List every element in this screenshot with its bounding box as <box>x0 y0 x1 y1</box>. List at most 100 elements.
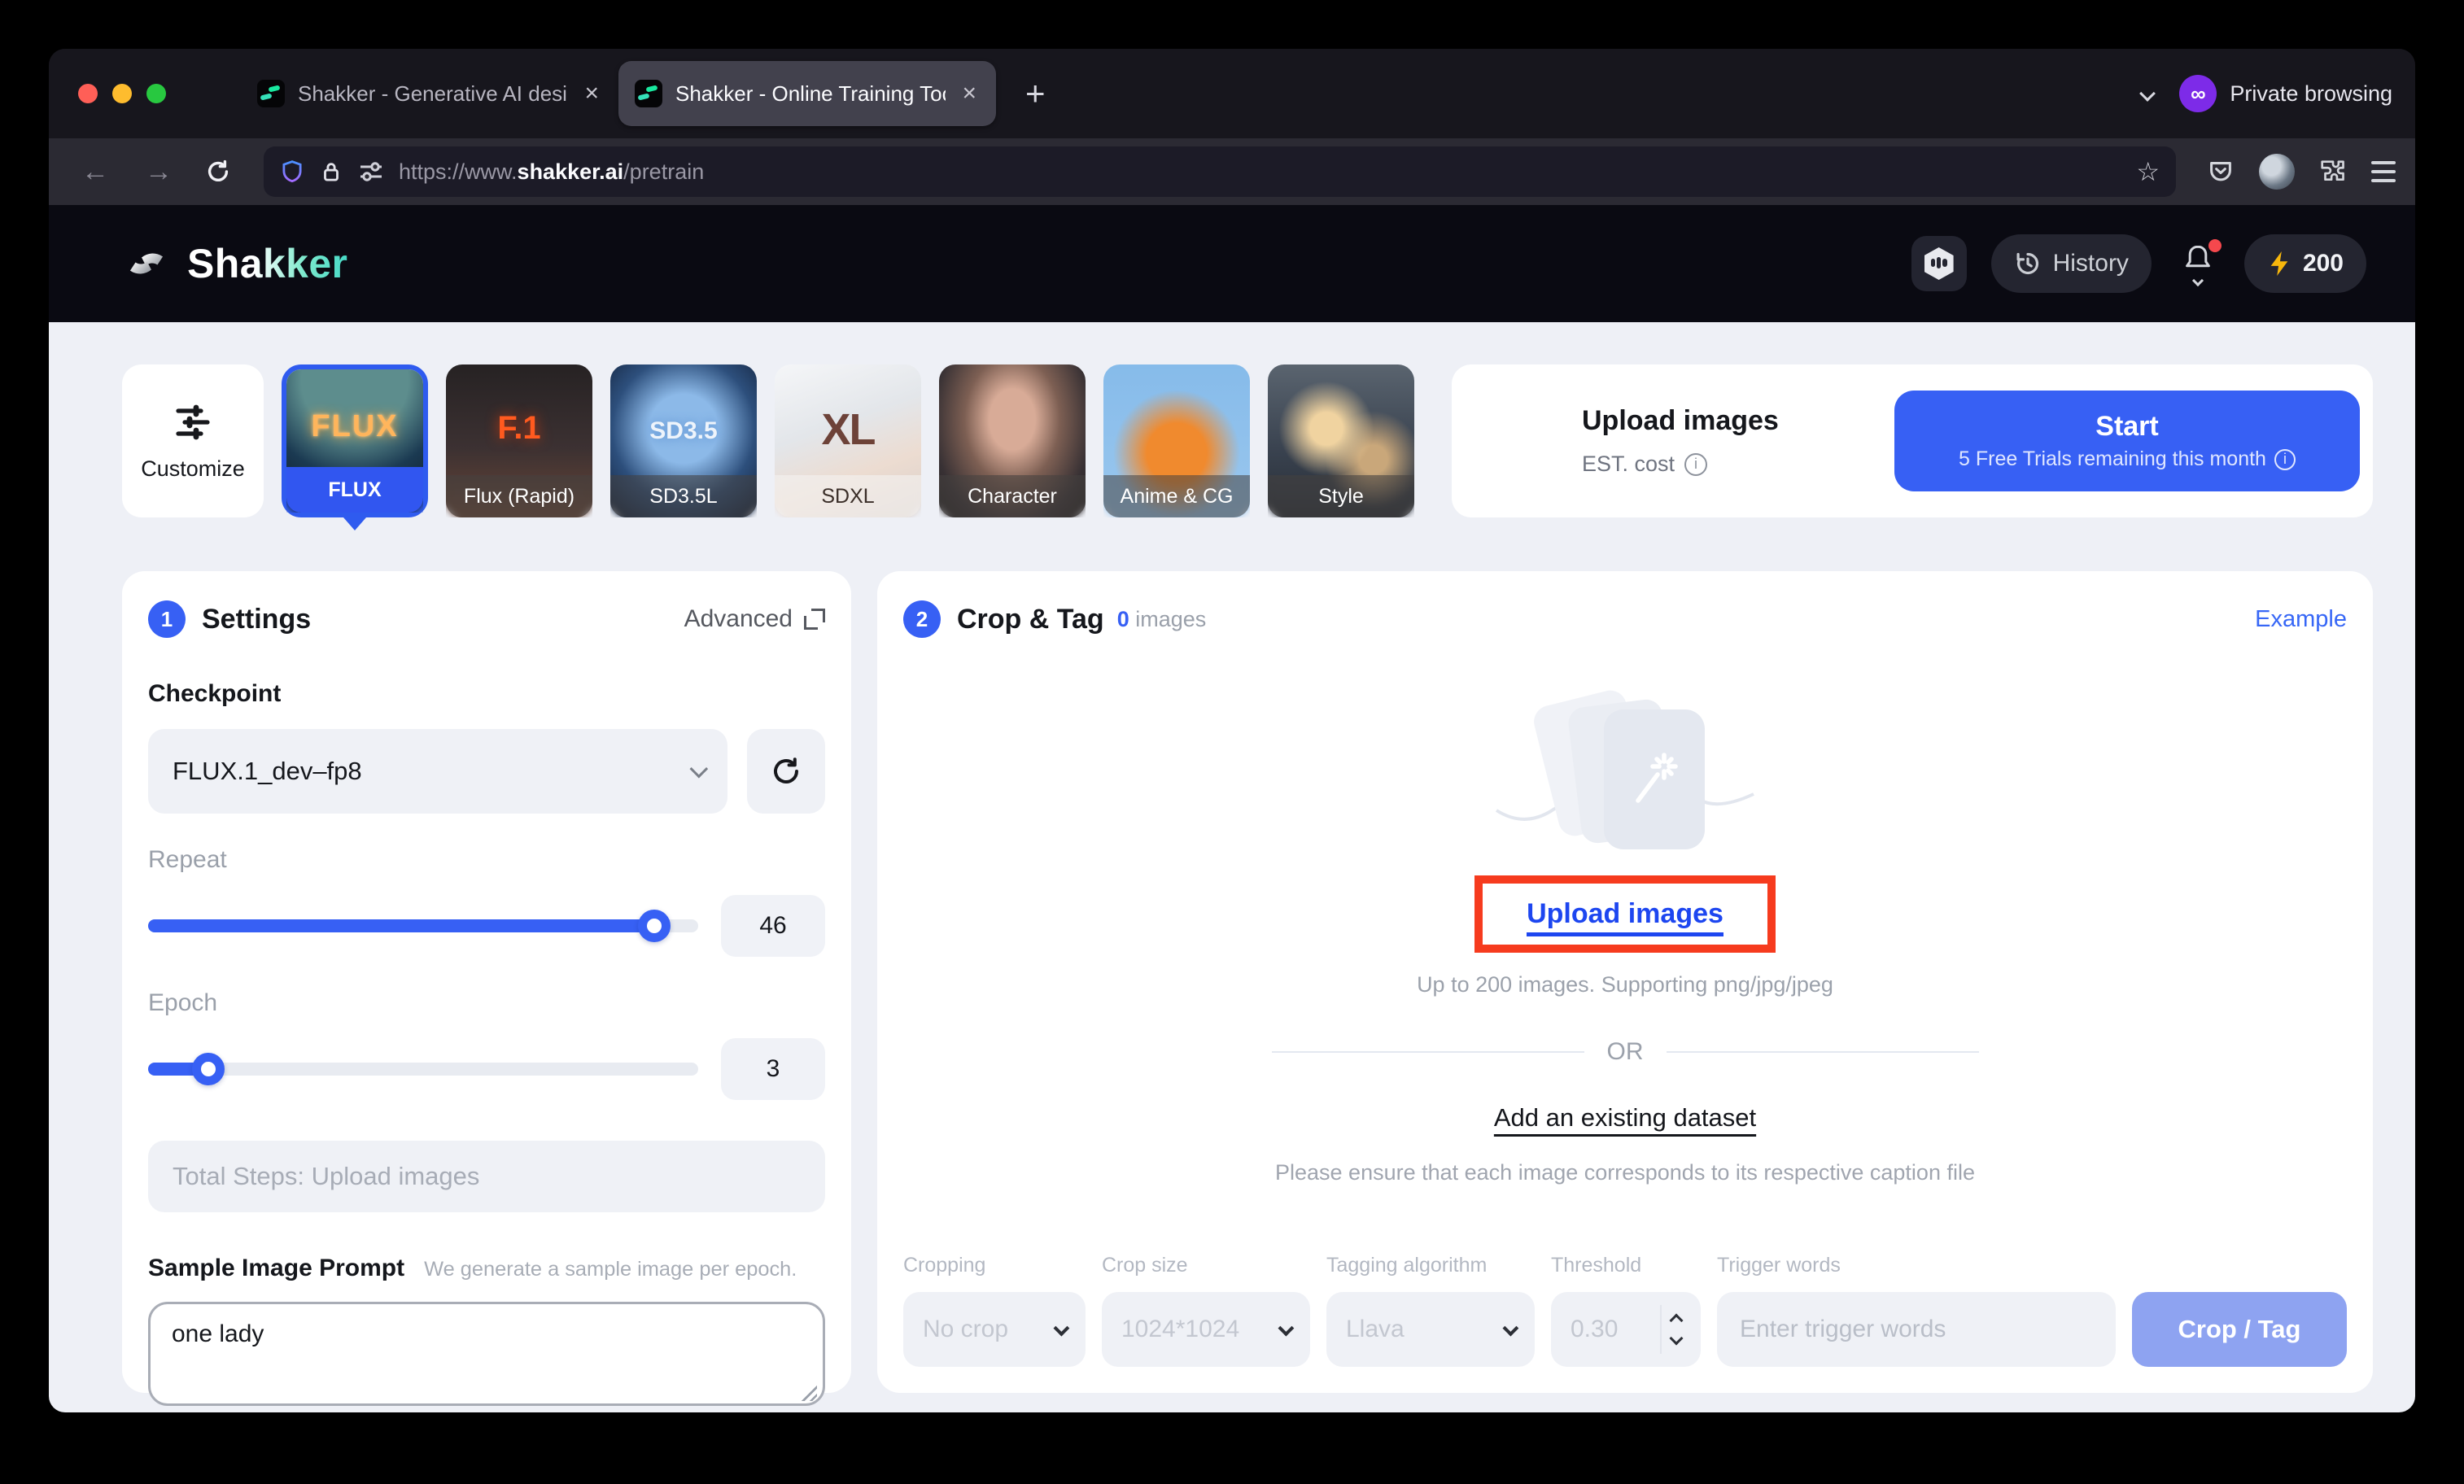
sample-prompt-label: Sample Image Prompt <box>148 1255 404 1282</box>
settings-panel: 1 Settings Advanced Checkpoint FLUX.1_de… <box>122 571 851 1393</box>
profile-avatar[interactable] <box>2259 154 2295 190</box>
tab-online-training-tool[interactable]: Shakker - Online Training Tool × <box>618 61 996 126</box>
model-card-customize[interactable]: Customize <box>122 364 264 517</box>
crop-tag-button[interactable]: Crop / Tag <box>2132 1292 2347 1367</box>
browser-window: Shakker - Generative AI design t × Shakk… <box>49 49 2415 1412</box>
tagging-algorithm-label: Tagging algorithm <box>1326 1254 1535 1277</box>
cropping-select[interactable]: No crop <box>903 1292 1086 1367</box>
bookmark-star-icon[interactable]: ☆ <box>2136 156 2160 187</box>
refresh-icon <box>770 755 802 788</box>
trigger-words-input[interactable] <box>1717 1292 2116 1367</box>
model-card-style[interactable]: Style <box>1268 364 1414 517</box>
sample-prompt-textarea[interactable]: one lady <box>148 1302 825 1406</box>
lock-icon[interactable] <box>319 159 343 185</box>
start-button[interactable]: Start 5 Free Trials remaining this month… <box>1894 391 2360 491</box>
url-bar[interactable]: https://www.shakker.ai/pretrain ☆ <box>264 146 2176 197</box>
info-icon[interactable]: i <box>1684 453 1707 476</box>
language-hexagon-button[interactable] <box>1911 236 1967 291</box>
menu-hamburger-icon[interactable] <box>2371 161 2396 182</box>
refresh-checkpoints-button[interactable] <box>747 729 825 814</box>
model-card-flux[interactable]: FLUX FLUX <box>282 364 428 517</box>
repeat-slider[interactable] <box>148 919 698 932</box>
pocket-icon[interactable] <box>2205 156 2236 187</box>
model-label: SD3.5L <box>610 475 757 517</box>
private-browsing-indicator: ∞ Private browsing <box>2179 75 2392 112</box>
model-label: SDXL <box>775 475 921 517</box>
model-label: Customize <box>141 456 245 482</box>
or-divider: OR <box>1272 1038 1979 1066</box>
tab-close-icon[interactable]: × <box>959 81 980 106</box>
upload-dropzone[interactable]: Upload images Up to 200 images. Supporti… <box>903 693 2347 1185</box>
crop-tag-controls: Cropping No crop Crop size 1024*1024 <box>903 1254 2347 1367</box>
crop-size-select[interactable]: 1024*1024 <box>1102 1292 1310 1367</box>
advanced-link[interactable]: Advanced <box>684 605 825 633</box>
private-mask-icon: ∞ <box>2179 75 2217 112</box>
permissions-icon[interactable] <box>358 160 384 183</box>
tab-close-icon[interactable]: × <box>581 81 602 106</box>
stepper-down-icon[interactable] <box>1670 1332 1684 1346</box>
upload-support-note: Up to 200 images. Supporting png/jpg/jpe… <box>1417 972 1833 997</box>
tab-bar: Shakker - Generative AI design t × Shakk… <box>49 49 2415 138</box>
notifications-button[interactable] <box>2176 242 2220 285</box>
epoch-slider-thumb[interactable] <box>192 1053 225 1085</box>
trigger-words-label: Trigger words <box>1717 1254 2116 1277</box>
repeat-slider-thumb[interactable] <box>638 910 671 942</box>
close-window-button[interactable] <box>78 84 98 103</box>
expand-icon <box>804 609 825 630</box>
model-card-anime-cg[interactable]: Anime & CG <box>1103 364 1250 517</box>
extensions-puzzle-icon[interactable] <box>2318 156 2348 187</box>
chevron-down-icon <box>1054 1320 1070 1337</box>
tagging-algorithm-select[interactable]: Llava <box>1326 1292 1535 1367</box>
list-tabs-chevron-icon[interactable] <box>2140 85 2156 102</box>
history-button[interactable]: History <box>1991 234 2152 293</box>
info-icon[interactable]: i <box>2274 449 2296 470</box>
shakker-site: Shakker History <box>49 205 2415 1412</box>
credits-badge[interactable]: 200 <box>2244 234 2366 293</box>
threshold-label: Threshold <box>1551 1254 1701 1277</box>
example-link[interactable]: Example <box>2255 606 2347 633</box>
crop-size-label: Crop size <box>1102 1254 1310 1277</box>
checkpoint-select[interactable]: FLUX.1_dev–fp8 <box>148 729 727 814</box>
add-existing-dataset-link[interactable]: Add an existing dataset <box>1494 1103 1756 1133</box>
annotation-highlight-box: Upload images <box>1474 875 1776 953</box>
image-stack-icon <box>1503 693 1747 849</box>
tab-generative-ai-design[interactable]: Shakker - Generative AI design t × <box>241 61 618 126</box>
site-header: Shakker History <box>49 205 2415 322</box>
minimize-window-button[interactable] <box>112 84 132 103</box>
model-card-sdxl[interactable]: XL SDXL <box>775 364 921 517</box>
model-card-sd35l[interactable]: SD3.5 SD3.5L <box>610 364 757 517</box>
image-count: 0 images <box>1117 607 1207 632</box>
chevron-down-icon <box>1278 1320 1295 1337</box>
url-text: https://www.shakker.ai/pretrain <box>399 159 704 185</box>
forward-button[interactable]: → <box>132 158 186 186</box>
new-tab-button[interactable]: + <box>1016 74 1055 113</box>
browser-toolbar: ← → https://www.shakker.ai/pretrain ☆ <box>49 138 2415 205</box>
model-label: Character <box>939 475 1086 517</box>
threshold-stepper[interactable]: 0.30 <box>1551 1292 1701 1367</box>
epoch-value[interactable]: 3 <box>721 1038 825 1100</box>
back-button[interactable]: ← <box>68 158 122 186</box>
sliders-icon <box>171 401 215 443</box>
model-card-flux-rapid[interactable]: F.1 Flux (Rapid) <box>446 364 592 517</box>
zoom-window-button[interactable] <box>146 84 166 103</box>
magic-wand-icon <box>1627 747 1682 812</box>
model-label: Flux (Rapid) <box>446 475 592 517</box>
free-trials-note: 5 Free Trials remaining this month i <box>1959 447 2296 471</box>
upload-images-link[interactable]: Upload images <box>1527 898 1723 936</box>
brand-wordmark: Shakker <box>187 240 347 287</box>
shakker-logo-icon <box>122 239 171 288</box>
checkpoint-label: Checkpoint <box>148 680 825 708</box>
repeat-label: Repeat <box>148 846 825 874</box>
screenshot-stage: Shakker - Generative AI design t × Shakk… <box>0 0 2464 1484</box>
stepper-up-icon[interactable] <box>1670 1314 1684 1328</box>
epoch-slider[interactable] <box>148 1063 698 1076</box>
tracking-shield-icon[interactable] <box>280 159 304 185</box>
reload-button[interactable] <box>195 159 241 185</box>
model-card-character[interactable]: Character <box>939 364 1086 517</box>
page-content: Customize FLUX FLUX F.1 Flux (Rapid) SD3… <box>49 322 2415 1412</box>
step-2-badge: 2 <box>903 600 941 638</box>
repeat-value[interactable]: 46 <box>721 895 825 957</box>
shakker-logo[interactable]: Shakker <box>122 239 347 288</box>
hexagon-icon <box>1924 247 1954 280</box>
epoch-label: Epoch <box>148 989 825 1017</box>
